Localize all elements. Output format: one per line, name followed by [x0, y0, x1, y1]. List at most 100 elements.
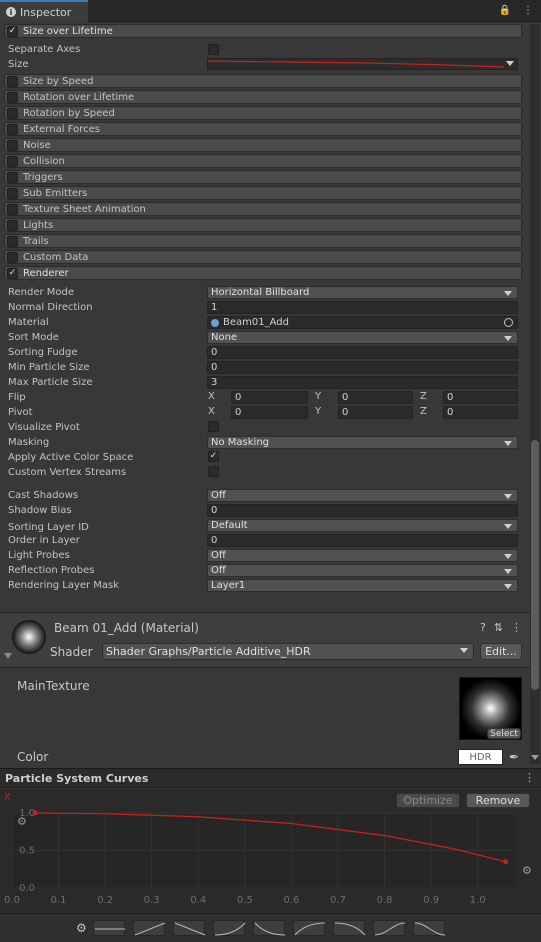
flip-z-input[interactable]: 0	[443, 391, 518, 404]
curve-preset-button[interactable]	[173, 920, 206, 936]
max-particle-size-input[interactable]: 3	[207, 376, 518, 389]
preset-settings-icon[interactable]: ⇅	[494, 621, 503, 634]
curve-x-tick: 0.2	[97, 895, 113, 906]
object-picker-icon[interactable]	[504, 318, 513, 327]
module-row[interactable]: Lights	[4, 218, 522, 232]
module-row[interactable]: Custom Data	[4, 250, 522, 264]
module-row[interactable]: Triggers	[4, 170, 522, 184]
apply-active-color-space-checkbox[interactable]: ✓	[208, 451, 219, 462]
help-icon[interactable]: ?	[480, 621, 486, 634]
min-particle-size-input[interactable]: 0	[207, 361, 518, 374]
curves-title: Particle System Curves	[5, 772, 149, 785]
module-row[interactable]: External Forces	[4, 122, 522, 136]
curve-preset-button[interactable]	[93, 920, 125, 936]
module-size-over-lifetime[interactable]: ✓ Size over Lifetime	[4, 24, 522, 38]
curve-preset-button[interactable]	[133, 920, 166, 936]
curve-key-end	[503, 859, 509, 865]
curve-chart[interactable]: 0.0 0.1 0.2 0.3 0.4 0.5 0.6 0.7 0.8 0.9 1.01.00.50…	[0, 789, 541, 909]
curve-dropdown-arrow-icon[interactable]	[506, 61, 514, 66]
custom-vertex-streams-label: Custom Vertex Streams	[8, 467, 127, 478]
module-row[interactable]: Rotation by Speed	[4, 106, 522, 120]
curve-preset-button[interactable]	[413, 920, 446, 936]
pivot-y-label: Y	[315, 406, 322, 417]
render-mode-dropdown[interactable]: Horizontal Billboard	[207, 286, 518, 299]
curve-x-tick: 0.6	[283, 895, 299, 906]
pivot-z-input[interactable]: 0	[443, 406, 518, 419]
module-enabled-checkbox[interactable]	[7, 251, 18, 263]
sort-mode-dropdown[interactable]: None	[207, 331, 518, 344]
material-label: Material	[8, 317, 49, 328]
color-swatch[interactable]: HDR	[458, 749, 503, 765]
pivot-x-input[interactable]: 0	[231, 406, 308, 419]
pivot-y-input[interactable]: 0	[338, 406, 413, 419]
main-texture-label: MainTexture	[17, 679, 90, 693]
flip-y-input[interactable]: 0	[338, 391, 413, 404]
material-icon	[211, 318, 219, 327]
kebab-menu-icon[interactable]: ⋮	[511, 621, 522, 634]
module-row[interactable]: Noise	[4, 138, 522, 152]
order-in-layer-input[interactable]: 0	[207, 534, 518, 547]
curve-editor[interactable]: X Optimize Remove 0.0 0.1 0.2 0.3 0.4 0.5 0.6 0…	[0, 789, 541, 942]
kebab-menu-icon[interactable]: ⋮	[524, 771, 535, 784]
curve-preset-button[interactable]	[213, 920, 246, 936]
masking-dropdown[interactable]: No Masking	[207, 436, 518, 449]
custom-vertex-streams-checkbox[interactable]	[208, 466, 219, 477]
curve-preset-button[interactable]	[293, 920, 326, 936]
size-curve-field[interactable]	[207, 58, 518, 70]
post-wrap-gear-icon: ⚙	[522, 864, 532, 877]
shader-dropdown[interactable]: Shader Graphs/Particle Additive_HDR	[102, 643, 474, 660]
foldout-arrow-icon[interactable]	[4, 653, 12, 659]
module-enabled-checkbox[interactable]	[7, 91, 18, 103]
kebab-menu-icon[interactable]: ⋮	[523, 5, 533, 16]
cast-shadows-dropdown[interactable]: Off	[207, 489, 518, 502]
curve-preset-button[interactable]	[253, 920, 286, 936]
tab-title: Inspector	[20, 5, 72, 19]
sorting-fudge-input[interactable]: 0	[207, 346, 518, 359]
curve-preset-shape	[254, 922, 286, 936]
normal-direction-input[interactable]: 1	[207, 301, 518, 314]
scrollbar-thumb[interactable]	[531, 440, 539, 690]
curve-preset-shape	[294, 922, 326, 936]
module-enabled-checkbox[interactable]: ✓	[7, 267, 18, 279]
reflection-probes-dropdown[interactable]: Off	[207, 564, 518, 577]
separate-axes-checkbox[interactable]	[208, 44, 219, 55]
module-row[interactable]: Sub Emitters	[4, 186, 522, 200]
curve-preset-shape	[374, 922, 406, 936]
min-particle-size-label: Min Particle Size	[8, 362, 90, 373]
module-enabled-checkbox[interactable]	[7, 155, 18, 167]
module-enabled-checkbox[interactable]	[7, 219, 18, 231]
light-probes-dropdown[interactable]: Off	[207, 549, 518, 562]
module-enabled-checkbox[interactable]	[7, 187, 18, 199]
shadow-bias-input[interactable]: 0	[207, 504, 518, 517]
rendering-layer-mask-dropdown[interactable]: Layer1	[207, 579, 518, 592]
module-enabled-checkbox[interactable]	[7, 139, 18, 151]
module-row[interactable]: Rotation over Lifetime	[4, 90, 522, 104]
flip-x-input[interactable]: 0	[231, 391, 308, 404]
module-enabled-checkbox[interactable]	[7, 123, 18, 135]
visualize-pivot-checkbox[interactable]	[208, 421, 219, 432]
module-row[interactable]: Collision	[4, 154, 522, 168]
edit-shader-button[interactable]: Edit...	[480, 643, 522, 660]
module-enabled-checkbox[interactable]	[7, 107, 18, 119]
lock-icon[interactable]: 🔒	[499, 5, 511, 16]
module-row[interactable]: Texture Sheet Animation	[4, 202, 522, 216]
module-renderer[interactable]: ✓ Renderer	[4, 266, 522, 280]
module-enabled-checkbox[interactable]	[7, 171, 18, 183]
curve-preset-shape	[95, 928, 125, 930]
module-enabled-checkbox[interactable]: ✓	[7, 25, 18, 37]
module-row[interactable]: Size by Speed	[4, 74, 522, 88]
material-object-field[interactable]: Beam01_Add	[207, 316, 518, 329]
curve-preset-button[interactable]	[333, 920, 366, 936]
main-texture-slot[interactable]: Select	[459, 677, 522, 740]
select-texture-button[interactable]: Select	[487, 728, 521, 739]
module-enabled-checkbox[interactable]	[7, 235, 18, 247]
module-row[interactable]: Trails	[4, 234, 522, 248]
module-enabled-checkbox[interactable]	[7, 203, 18, 215]
module-enabled-checkbox[interactable]	[7, 75, 18, 87]
sorting-layer-id-dropdown[interactable]: Default	[207, 519, 518, 532]
gear-icon[interactable]: ⚙	[76, 921, 87, 935]
tab-inspector[interactable]: i Inspector	[0, 0, 88, 22]
scroll-down-arrow-icon[interactable]	[531, 755, 539, 760]
curve-preset-button[interactable]	[373, 920, 406, 936]
eyedropper-icon[interactable]: ✒	[509, 750, 519, 764]
